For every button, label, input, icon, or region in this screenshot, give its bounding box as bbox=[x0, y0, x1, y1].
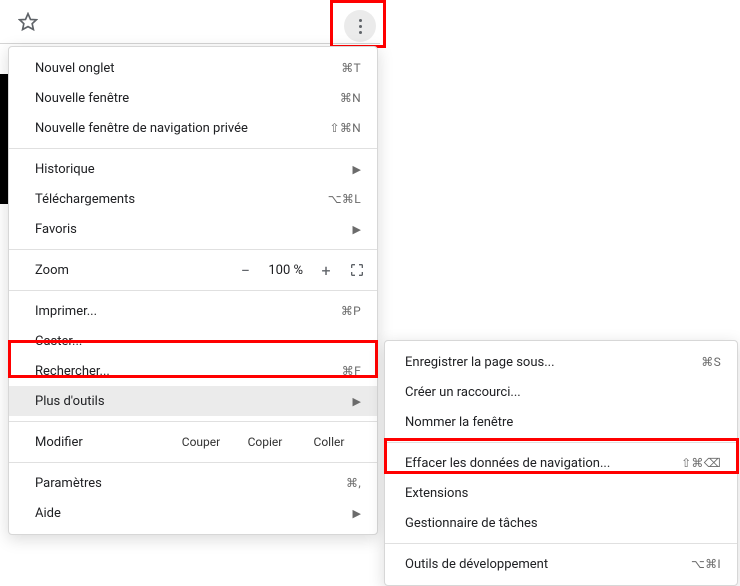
menu-item-more-tools[interactable]: Plus d'outils ▶ bbox=[9, 386, 377, 416]
menu-item-incognito[interactable]: Nouvelle fenêtre de navigation privée ⇧⌘N bbox=[9, 113, 377, 143]
label: Effacer les données de navigation... bbox=[405, 456, 610, 471]
menu-item-print[interactable]: Imprimer... ⌘P bbox=[9, 296, 377, 326]
submenu-arrow-icon: ▶ bbox=[353, 507, 361, 520]
submenu-item-dev-tools[interactable]: Outils de développement ⌥⌘I bbox=[385, 549, 737, 579]
label: Extensions bbox=[405, 486, 468, 501]
label: Nouvel onglet bbox=[35, 61, 115, 76]
zoom-out-button[interactable]: − bbox=[236, 261, 254, 280]
more-tools-submenu: Enregistrer la page sous... ⌘S Créer un r… bbox=[384, 340, 738, 586]
menu-item-settings[interactable]: Paramètres ⌘, bbox=[9, 468, 377, 498]
menu-item-zoom: Zoom − 100 % + bbox=[9, 255, 377, 285]
zoom-value: 100 % bbox=[268, 263, 303, 278]
label: Créer un raccourci... bbox=[405, 385, 521, 400]
submenu-item-create-shortcut[interactable]: Créer un raccourci... bbox=[385, 377, 737, 407]
copy-button[interactable]: Copier bbox=[233, 435, 297, 449]
label: Outils de développement bbox=[405, 557, 548, 572]
more-menu-button[interactable] bbox=[344, 10, 376, 42]
menu-separator bbox=[9, 421, 377, 422]
shortcut: ⌘, bbox=[346, 476, 361, 490]
shortcut: ⌘N bbox=[340, 91, 361, 105]
submenu-arrow-icon: ▶ bbox=[353, 163, 361, 176]
label: Imprimer... bbox=[35, 304, 97, 319]
shortcut: ⌘P bbox=[341, 304, 361, 318]
fullscreen-icon[interactable] bbox=[349, 262, 365, 278]
label: Enregistrer la page sous... bbox=[405, 355, 555, 370]
menu-separator bbox=[9, 148, 377, 149]
zoom-in-button[interactable]: + bbox=[317, 261, 335, 280]
label: Rechercher... bbox=[35, 364, 110, 379]
bookmark-star-icon[interactable] bbox=[18, 12, 38, 32]
menu-separator bbox=[9, 290, 377, 291]
menu-item-find[interactable]: Rechercher... ⌘F bbox=[9, 356, 377, 386]
label: Nouvelle fenêtre de navigation privée bbox=[35, 121, 248, 136]
menu-item-help[interactable]: Aide ▶ bbox=[9, 498, 377, 528]
label: Caster... bbox=[35, 334, 82, 349]
vertical-dots-icon bbox=[359, 19, 362, 34]
shortcut: ⇧⌘N bbox=[329, 121, 361, 135]
menu-item-bookmarks[interactable]: Favoris ▶ bbox=[9, 214, 377, 244]
submenu-arrow-icon: ▶ bbox=[353, 395, 361, 408]
label: Gestionnaire de tâches bbox=[405, 516, 538, 531]
shortcut: ⌘T bbox=[341, 61, 361, 75]
shortcut: ⌥⌘I bbox=[691, 557, 721, 571]
submenu-arrow-icon: ▶ bbox=[353, 223, 361, 236]
menu-item-edit: Modifier Couper Copier Coller bbox=[9, 427, 377, 457]
submenu-item-save-page[interactable]: Enregistrer la page sous... ⌘S bbox=[385, 347, 737, 377]
chrome-main-menu: Nouvel onglet ⌘T Nouvelle fenêtre ⌘N Nouve… bbox=[8, 46, 378, 535]
label: Favoris bbox=[35, 222, 77, 237]
label: Paramètres bbox=[35, 476, 102, 491]
label: Nouvelle fenêtre bbox=[35, 91, 129, 106]
menu-separator bbox=[385, 543, 737, 544]
paste-button[interactable]: Coller bbox=[297, 435, 361, 449]
label: Nommer la fenêtre bbox=[405, 415, 513, 430]
menu-separator bbox=[385, 442, 737, 443]
cut-button[interactable]: Couper bbox=[169, 435, 233, 449]
submenu-item-extensions[interactable]: Extensions bbox=[385, 478, 737, 508]
label: Zoom bbox=[35, 263, 236, 278]
menu-item-downloads[interactable]: Téléchargements ⌥⌘L bbox=[9, 184, 377, 214]
label: Modifier bbox=[35, 435, 169, 450]
menu-item-cast[interactable]: Caster... bbox=[9, 326, 377, 356]
shortcut: ⌥⌘L bbox=[328, 192, 361, 206]
label: Historique bbox=[35, 162, 95, 177]
shortcut: ⇧⌘⌫ bbox=[681, 456, 721, 470]
label: Aide bbox=[35, 506, 61, 521]
shortcut: ⌘F bbox=[342, 364, 361, 378]
submenu-item-clear-data[interactable]: Effacer les données de navigation... ⇧⌘⌫ bbox=[385, 448, 737, 478]
label: Plus d'outils bbox=[35, 394, 105, 409]
menu-separator bbox=[9, 462, 377, 463]
submenu-item-task-manager[interactable]: Gestionnaire de tâches bbox=[385, 508, 737, 538]
shortcut: ⌘S bbox=[701, 355, 721, 369]
menu-item-new-window[interactable]: Nouvelle fenêtre ⌘N bbox=[9, 83, 377, 113]
menu-item-new-tab[interactable]: Nouvel onglet ⌘T bbox=[9, 53, 377, 83]
menu-item-history[interactable]: Historique ▶ bbox=[9, 154, 377, 184]
browser-top-bar bbox=[0, 0, 380, 44]
label: Téléchargements bbox=[35, 192, 135, 207]
submenu-item-name-window[interactable]: Nommer la fenêtre bbox=[385, 407, 737, 437]
menu-separator bbox=[9, 249, 377, 250]
